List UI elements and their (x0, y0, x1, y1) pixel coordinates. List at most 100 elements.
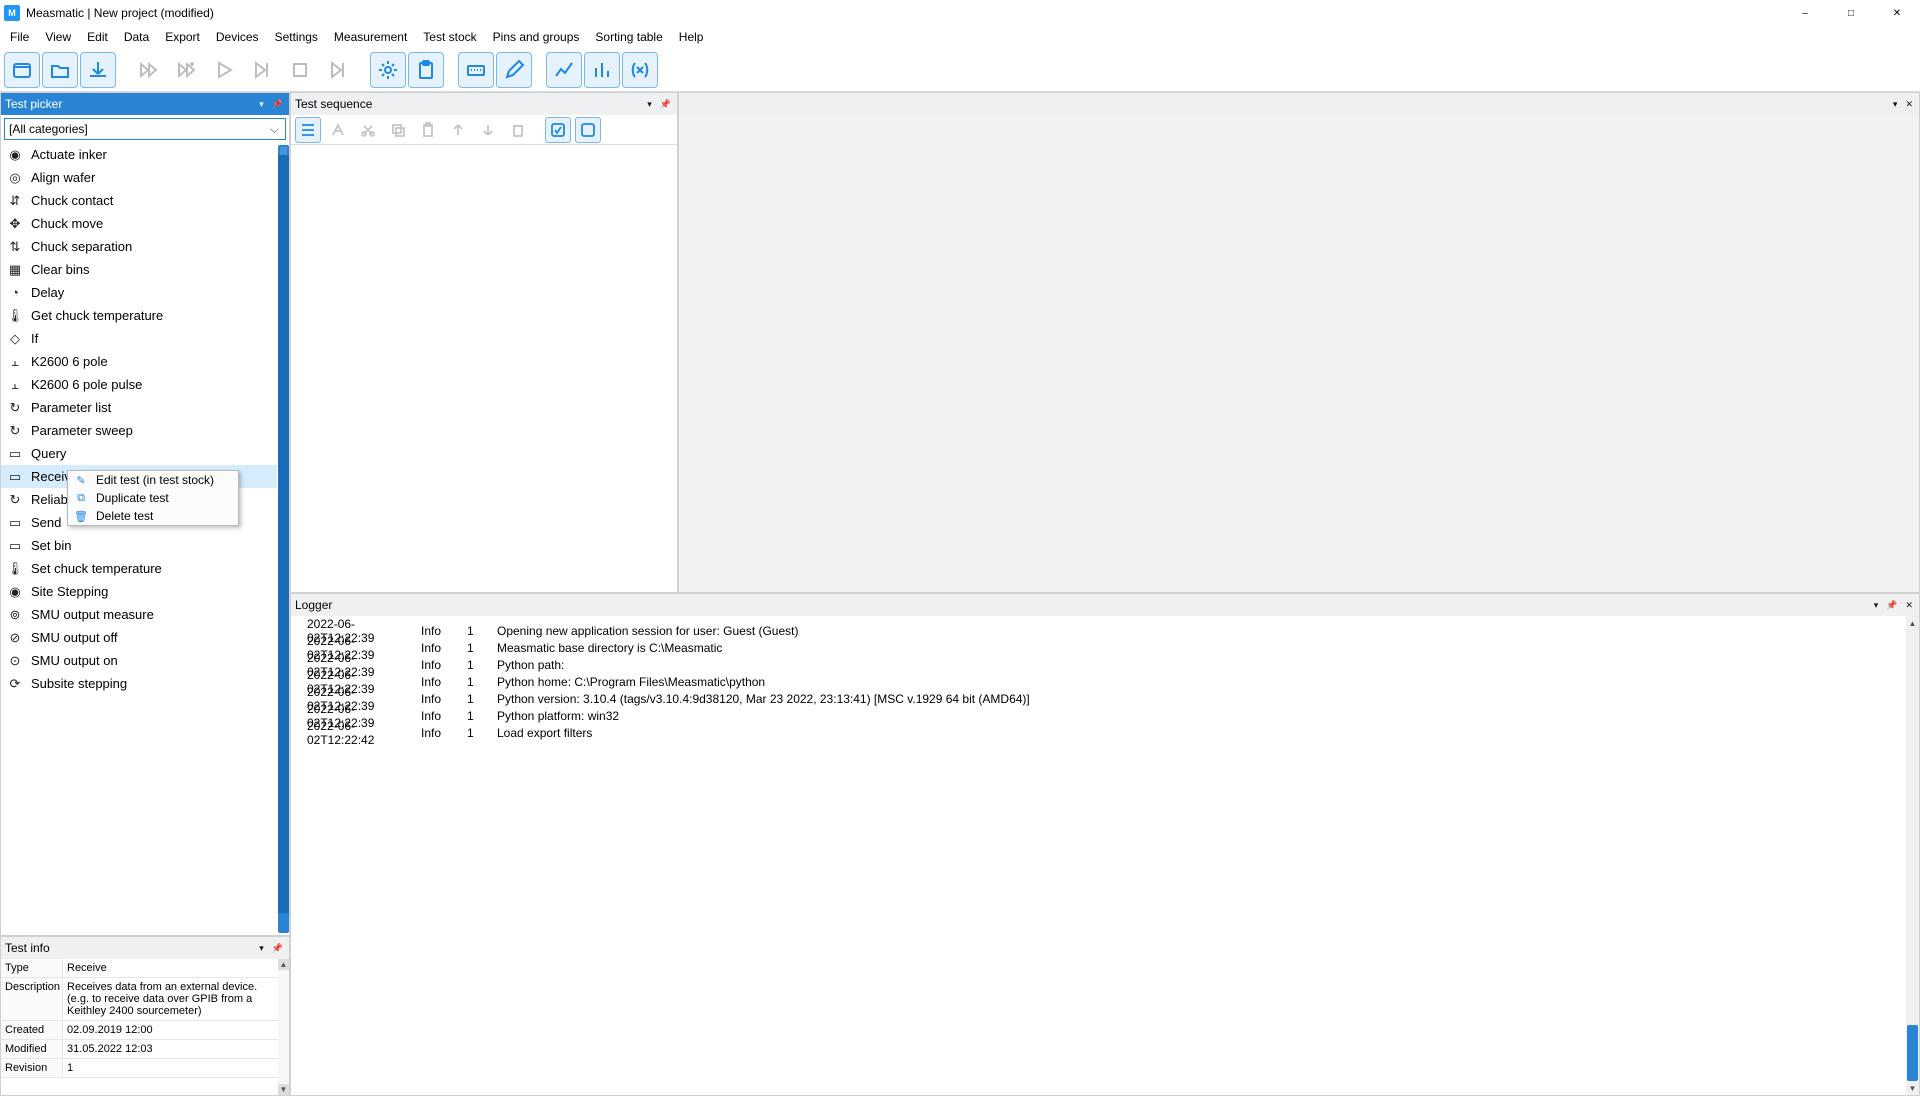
test-item[interactable]: ⊚SMU output measure (1, 603, 277, 626)
test-list[interactable]: ◉Actuate inker◎Align wafer⇵Chuck contact… (1, 143, 277, 935)
test-item[interactable]: ⟳Subsite stepping (1, 672, 277, 695)
test-item[interactable]: ◎Align wafer (1, 166, 277, 189)
test-item-icon: ↻ (7, 400, 23, 416)
test-item-label: Parameter sweep (31, 423, 133, 438)
test-item-label: Chuck move (31, 216, 103, 231)
pin-icon[interactable]: 📌 (1884, 600, 1899, 611)
menu-export[interactable]: Export (157, 28, 208, 46)
step-button[interactable] (244, 52, 280, 88)
test-item[interactable]: ◉Actuate inker (1, 143, 277, 166)
menu-sorting-table[interactable]: Sorting table (587, 28, 670, 46)
run-fast-button[interactable] (130, 52, 166, 88)
test-item[interactable]: 🌡Set chuck temperature (1, 557, 277, 580)
log-msg: Opening new application session for user… (497, 624, 1905, 638)
ctx-edit-test[interactable]: ✎Edit test (in test stock) (68, 471, 238, 489)
info-value: 02.09.2019 12:00 (63, 1021, 278, 1039)
sequence-body[interactable] (291, 145, 677, 592)
menu-file[interactable]: File (2, 28, 37, 46)
ctx-duplicate-test[interactable]: ⧉Duplicate test (68, 489, 238, 507)
clipboard-button[interactable] (408, 52, 444, 88)
test-list-scrollbar[interactable] (278, 145, 289, 933)
test-item-label: K2600 6 pole pulse (31, 377, 142, 392)
dropdown-icon[interactable]: ▾ (1891, 99, 1900, 110)
test-item[interactable]: ⊘ SMU output off (1, 626, 277, 649)
test-item[interactable]: ◉Site Stepping (1, 580, 277, 603)
seq-delete-button[interactable] (505, 117, 531, 143)
test-item-icon: ⊘ (7, 630, 23, 646)
test-item[interactable]: 🌡Get chuck temperature (1, 304, 277, 327)
stop-button[interactable] (282, 52, 318, 88)
test-item[interactable]: ◇If (1, 327, 277, 350)
logger-scrollbar[interactable]: ▲▼ (1906, 616, 1919, 1095)
test-item[interactable]: ↻Parameter list (1, 396, 277, 419)
maximize-button[interactable]: □ (1828, 0, 1874, 26)
log-row: 2022-06-02T12:22:39Info1Measmatic base d… (291, 639, 1905, 656)
ctx-delete-test[interactable]: 🗑Delete test (68, 507, 238, 525)
trash-icon: 🗑 (74, 509, 88, 523)
skip-end-button[interactable] (320, 52, 356, 88)
seq-move-down-button[interactable] (475, 117, 501, 143)
test-item[interactable]: ▭Set bin (1, 534, 277, 557)
dropdown-icon[interactable]: ▾ (257, 99, 266, 110)
test-item[interactable]: ⇵Chuck contact (1, 189, 277, 212)
save-project-button[interactable] (80, 52, 116, 88)
run-fast-plus-button[interactable] (168, 52, 204, 88)
test-item-label: SMU output off (31, 630, 117, 645)
seq-paste-button[interactable] (415, 117, 441, 143)
menu-help[interactable]: Help (671, 28, 712, 46)
test-item[interactable]: ⫠K2600 6 pole (1, 350, 277, 373)
menu-view[interactable]: View (37, 28, 79, 46)
play-button[interactable] (206, 52, 242, 88)
edit-pencil-button[interactable] (496, 52, 532, 88)
menu-pins-groups[interactable]: Pins and groups (485, 28, 588, 46)
test-item[interactable]: ⊙SMU output on (1, 649, 277, 672)
log-row: 2022-06-02T12:22:39Info1Opening new appl… (291, 622, 1905, 639)
pin-icon[interactable]: 📌 (658, 99, 673, 110)
seq-cut-button[interactable] (355, 117, 381, 143)
new-project-button[interactable] (4, 52, 40, 88)
menu-settings[interactable]: Settings (267, 28, 326, 46)
variable-button[interactable] (622, 52, 658, 88)
test-item-label: Site Stepping (31, 584, 108, 599)
test-item[interactable]: ▦Clear bins (1, 258, 277, 281)
keyboard-button[interactable] (458, 52, 494, 88)
seq-text-button[interactable] (325, 117, 351, 143)
test-item[interactable]: ↻Parameter sweep (1, 419, 277, 442)
seq-move-up-button[interactable] (445, 117, 471, 143)
test-item[interactable]: ▭Query (1, 442, 277, 465)
category-combo[interactable]: [All categories] (4, 118, 286, 140)
seq-check-all-button[interactable] (545, 117, 571, 143)
test-info-scrollbar[interactable]: ▲▼ (278, 959, 289, 1095)
menu-edit[interactable]: Edit (79, 28, 116, 46)
minimize-button[interactable]: – (1782, 0, 1828, 26)
pin-icon[interactable]: 📌 (270, 99, 285, 110)
open-project-button[interactable] (42, 52, 78, 88)
pin-icon[interactable]: 📌 (270, 943, 285, 954)
menu-test-stock[interactable]: Test stock (415, 28, 484, 46)
line-chart-button[interactable] (546, 52, 582, 88)
test-item[interactable]: ⫠K2600 6 pole pulse (1, 373, 277, 396)
test-item[interactable]: ✥Chuck move (1, 212, 277, 235)
dropdown-icon[interactable]: ▾ (257, 943, 266, 954)
menu-data[interactable]: Data (116, 28, 157, 46)
close-panel-icon[interactable]: ✕ (1903, 600, 1915, 611)
dropdown-icon[interactable]: ▾ (1872, 600, 1881, 611)
log-n: 1 (467, 726, 497, 740)
test-item[interactable]: ◔Delay (1, 281, 277, 304)
close-panel-icon[interactable]: ✕ (1903, 99, 1915, 110)
dropdown-icon[interactable]: ▾ (645, 99, 654, 110)
menu-measurement[interactable]: Measurement (326, 28, 415, 46)
seq-toggle-list-button[interactable] (295, 117, 321, 143)
menu-devices[interactable]: Devices (208, 28, 267, 46)
test-item[interactable]: ⇅Chuck separation (1, 235, 277, 258)
bar-chart-button[interactable] (584, 52, 620, 88)
test-item-label: If (31, 331, 38, 346)
info-row: TypeReceive (1, 959, 278, 978)
log-n: 1 (467, 675, 497, 689)
seq-copy-button[interactable] (385, 117, 411, 143)
seq-uncheck-all-button[interactable] (575, 117, 601, 143)
log-msg: Python version: 3.10.4 (tags/v3.10.4:9d3… (497, 692, 1905, 706)
settings-button[interactable] (370, 52, 406, 88)
close-button[interactable]: ✕ (1874, 0, 1920, 26)
properties-header: ▾✕ (679, 93, 1919, 115)
